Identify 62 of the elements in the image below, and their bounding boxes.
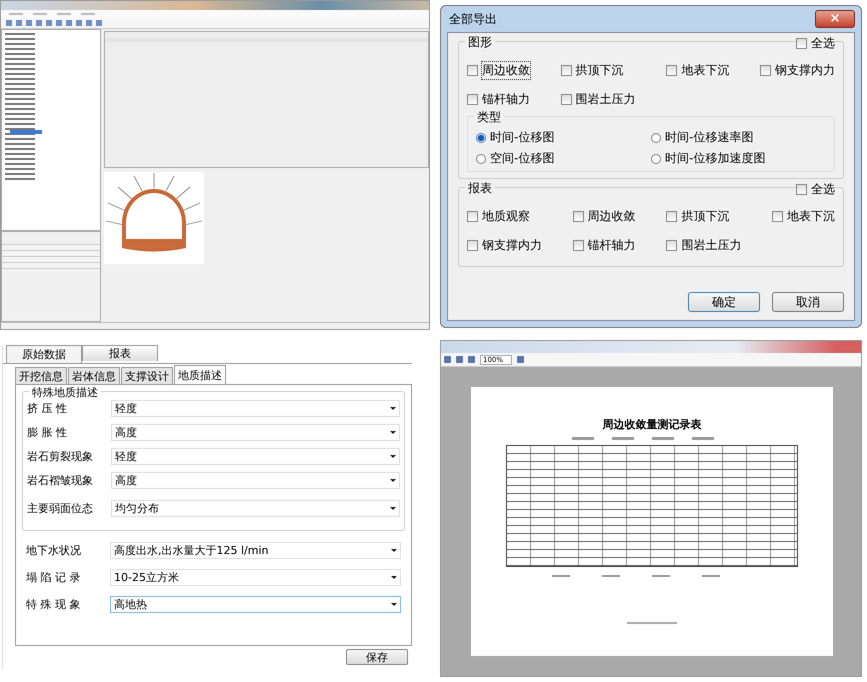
dropdown[interactable]: 高度 [111,424,400,440]
radio-dot[interactable] [476,154,486,164]
checkbox[interactable]: 围岩土压力 [560,91,636,108]
radio-button[interactable]: 时间-位移图 [476,129,651,146]
group-title: 报表 [465,180,495,197]
report-title: 周边收敛量测记录表 [602,417,702,432]
tab[interactable]: 支撑设计 [121,367,173,384]
tab[interactable]: 报表 [82,345,158,361]
dropdown-arrow-icon [391,576,397,579]
radio-dot[interactable] [651,154,661,164]
dropdown-arrow-icon [390,506,396,510]
group-title: 类型 [474,109,504,126]
field-label: 特 殊 现 象 [26,597,82,612]
dialog-title: 全部导出 [448,10,497,28]
radio-button[interactable]: 时间-位移速率图 [651,129,826,146]
group-title: 特殊地质描述 [29,385,101,400]
tab[interactable]: 原始数据 [6,345,82,363]
radio-dot[interactable] [651,132,661,142]
tab[interactable]: 地质描述 [174,365,226,384]
dropdown[interactable]: 10-25立方米 [110,569,401,586]
field-label: 地下水状况 [26,543,82,558]
field-label: 挤 压 性 [27,400,68,416]
tab[interactable]: 岩体信息 [68,367,120,384]
dropdown-arrow-icon [390,478,396,482]
checkbox[interactable]: 地质观察 [467,208,542,225]
checkbox[interactable]: 全选 [796,181,835,198]
checkbox[interactable]: 周边收敛 [572,208,636,225]
dropdown-arrow-icon [390,406,396,410]
dropdown[interactable]: 高地热 [110,596,401,613]
checkbox[interactable]: 周边收敛 [467,62,530,79]
dropdown-arrow-icon [390,430,396,434]
checkbox[interactable]: 钢支撑内力 [467,237,542,254]
field-label: 膨 胀 性 [27,424,68,440]
dropdown[interactable]: 均匀分布 [111,500,400,516]
checkbox[interactable]: 锚杆轴力 [572,237,636,254]
dropdown[interactable]: 高度 [111,472,400,488]
field-label: 岩石剪裂现象 [27,448,94,464]
save-button[interactable]: 保存 [346,649,408,665]
checkbox[interactable]: 拱顶下沉 [666,208,742,225]
cancel-button[interactable]: 取消 [772,292,844,312]
dropdown[interactable]: 高度出水,出水量大于125 l/min [110,542,401,559]
checkbox[interactable]: 拱顶下沉 [560,62,636,79]
checkbox[interactable]: 钢支撑内力 [760,62,835,79]
checkbox[interactable]: 地表下沉 [772,208,835,225]
tab[interactable]: 开挖信息 [15,367,67,384]
field-label: 岩石褶皱现象 [27,472,94,488]
dropdown-arrow-icon [391,603,397,606]
radio-button[interactable]: 空间-位移图 [476,150,651,167]
group-title: 图形 [465,34,495,51]
radio-dot[interactable] [476,132,486,142]
ok-button[interactable]: 确定 [688,292,760,312]
field-label: 塌 陷 记 录 [26,570,82,585]
checkbox[interactable]: 锚杆轴力 [467,91,530,108]
dropdown-arrow-icon [390,454,396,458]
checkbox[interactable]: 地表下沉 [666,62,730,79]
dropdown[interactable]: 轻度 [111,400,400,416]
radio-button[interactable]: 时间-位移加速度图 [651,150,826,167]
checkbox[interactable]: 围岩土压力 [666,237,742,254]
checkbox[interactable]: 全选 [796,35,835,52]
dropdown[interactable]: 轻度 [111,448,400,464]
dropdown-arrow-icon [391,549,397,552]
field-label: 主要弱面位态 [27,500,94,516]
